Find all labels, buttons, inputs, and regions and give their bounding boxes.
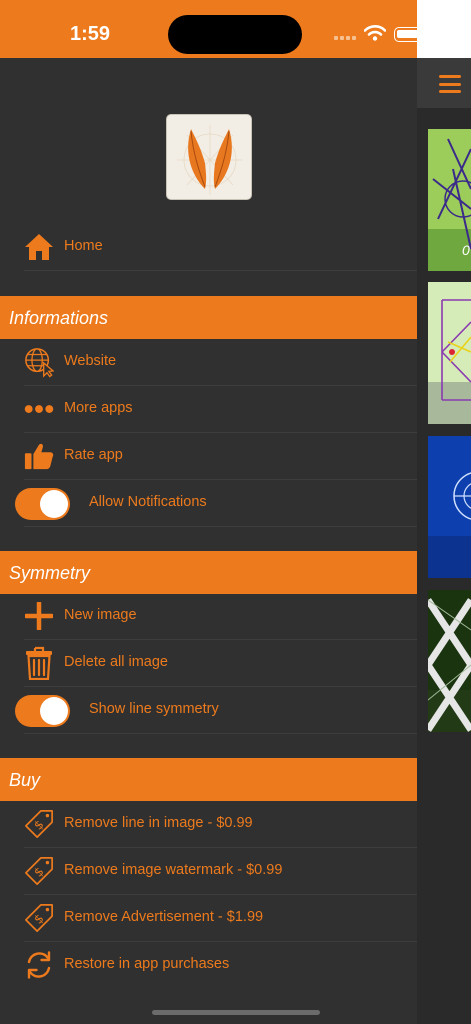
menu-item-label: Home [64, 238, 103, 254]
menu-item-label: More apps [64, 400, 133, 416]
trash-icon [24, 646, 54, 680]
app-logo [166, 114, 252, 200]
menu-item-label: Rate app [64, 447, 123, 463]
menu-item-allow-notifications: Allow Notifications [15, 480, 417, 527]
menu-item-remove-watermark[interactable]: $ Remove image watermark - $0.99 [24, 848, 417, 895]
notifications-toggle[interactable] [15, 488, 70, 520]
main-nav-bar [417, 58, 471, 108]
hamburger-menu-icon[interactable] [439, 75, 461, 93]
side-drawer: Home Informations Website More apps Rate… [0, 58, 417, 1024]
price-tag-icon: $ [24, 856, 54, 886]
line-symmetry-toggle[interactable] [15, 695, 70, 727]
price-tag-icon: $ [24, 903, 54, 933]
section-header-symmetry: Symmetry [0, 551, 417, 594]
menu-item-more-apps[interactable]: More apps [24, 386, 417, 433]
section-title: Buy [9, 770, 41, 790]
status-bar: 1:59 [0, 0, 471, 58]
more-dots-icon [24, 394, 54, 424]
plus-icon [24, 601, 54, 631]
menu-item-label: Remove Advertisement - $1.99 [64, 909, 264, 925]
status-time: 1:59 [70, 23, 111, 45]
toggle-label: Show line symmetry [89, 701, 219, 717]
globe-cursor-icon [24, 347, 54, 378]
menu-item-label: Delete all image [64, 654, 168, 670]
menu-item-show-line-symmetry: Show line symmetry [15, 687, 417, 734]
gallery-thumbnail[interactable] [428, 282, 471, 424]
menu-item-restore-purchases[interactable]: Restore in app purchases [24, 942, 417, 989]
menu-item-remove-line[interactable]: $ Remove line in image - $0.99 [24, 801, 417, 848]
thumbs-up-icon [24, 441, 54, 471]
toggle-label: Allow Notifications [89, 494, 207, 510]
menu-item-label: Remove image watermark - $0.99 [64, 862, 283, 878]
section-title: Symmetry [9, 563, 90, 583]
menu-item-home[interactable]: Home [24, 224, 417, 271]
menu-item-remove-advertisement[interactable]: $ Remove Advertisement - $1.99 [24, 895, 417, 942]
menu-item-new-image[interactable]: New image [24, 593, 417, 640]
gallery-thumbnail[interactable]: 0 [428, 129, 471, 271]
svg-text:0: 0 [462, 242, 470, 258]
section-title: Informations [9, 308, 109, 328]
menu-item-label: Restore in app purchases [64, 956, 230, 972]
menu-item-rate-app[interactable]: Rate app [24, 433, 417, 480]
menu-item-label: Website [64, 353, 117, 369]
menu-item-delete-all-image[interactable]: Delete all image [24, 640, 417, 687]
menu-item-label: Remove line in image - $0.99 [64, 815, 253, 831]
gallery-thumbnail[interactable] [428, 436, 471, 578]
wifi-icon [364, 25, 386, 41]
feather-logo-icon [177, 125, 243, 195]
gallery-thumbnail[interactable] [428, 590, 471, 732]
restore-icon [24, 950, 54, 980]
dynamic-island [168, 15, 302, 54]
menu-item-label: New image [64, 607, 137, 623]
home-icon [24, 232, 54, 262]
price-tag-icon: $ [24, 809, 54, 839]
section-header-buy: Buy [0, 758, 417, 801]
section-header-informations: Informations [0, 296, 417, 339]
cellular-signal-icon [334, 36, 356, 40]
home-indicator[interactable] [152, 1010, 320, 1015]
menu-item-website[interactable]: Website [24, 339, 417, 386]
main-status-area [417, 0, 471, 58]
